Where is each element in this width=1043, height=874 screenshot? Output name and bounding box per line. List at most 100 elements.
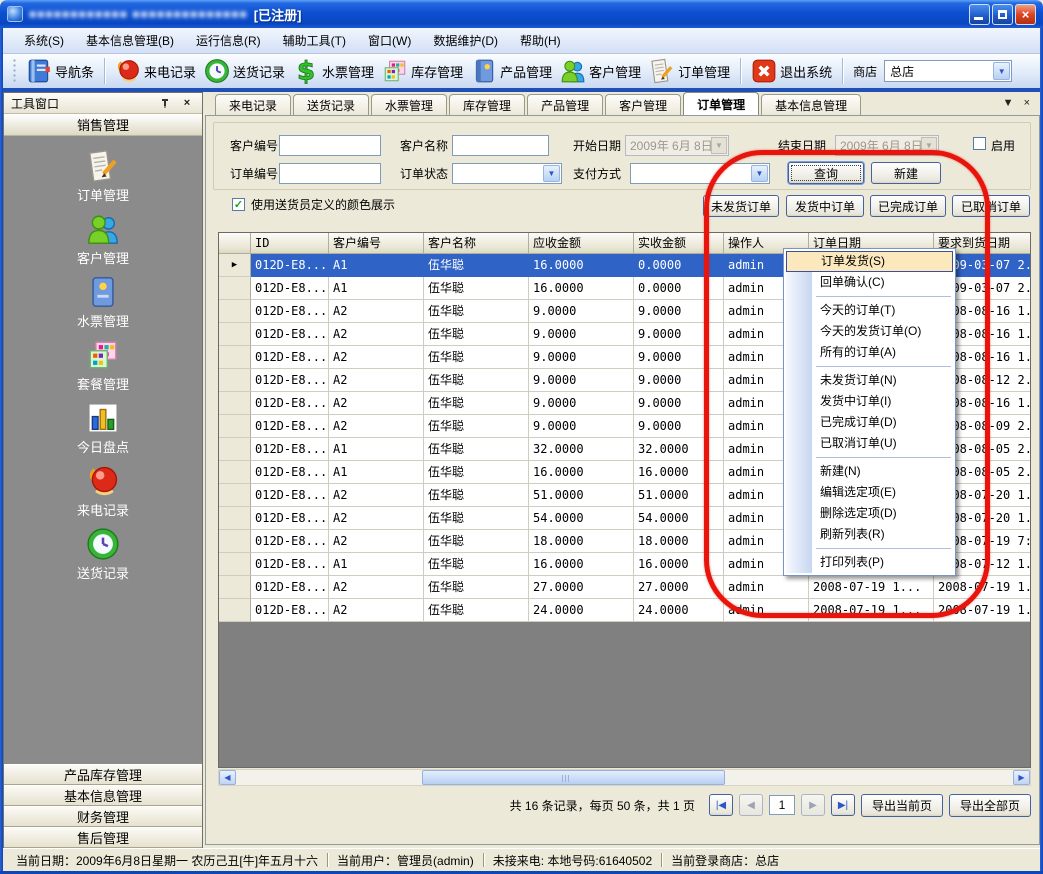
grid-column-header-应收金额[interactable]: 应收金额: [529, 233, 634, 254]
status-button-completed[interactable]: 已完成订单: [870, 195, 946, 217]
context-menu-item-已完成订单(D)[interactable]: 已完成订单(D): [786, 412, 953, 433]
page-number-input[interactable]: [769, 795, 795, 815]
chevron-down-icon[interactable]: ▼: [993, 62, 1010, 80]
scroll-right-icon[interactable]: ▶: [1013, 770, 1030, 785]
maximize-button[interactable]: [992, 4, 1013, 25]
menu-item-3[interactable]: 运行信息(R): [185, 28, 272, 53]
status-button-shipping[interactable]: 发货中订单: [786, 195, 864, 217]
row-selector-cell[interactable]: [219, 300, 251, 323]
customer-name-input[interactable]: [452, 135, 549, 156]
tab-订单管理[interactable]: 订单管理: [683, 92, 759, 115]
context-menu-item-发货中订单(I)[interactable]: 发货中订单(I): [786, 391, 953, 412]
sidebar-section-售后管理[interactable]: 售后管理: [4, 827, 202, 848]
toolbar-button-来电记录[interactable]: 来电记录: [111, 56, 200, 86]
row-selector-cell[interactable]: [219, 484, 251, 507]
menu-item-6[interactable]: 数据维护(D): [422, 28, 509, 53]
sidebar-section-sales[interactable]: 销售管理: [4, 114, 202, 136]
table-row-15[interactable]: 012D-E8...A2伍华聪27.000027.0000admin2008-0…: [219, 576, 1030, 599]
first-page-button[interactable]: |◀: [709, 794, 733, 816]
sidebar-item-套餐管理[interactable]: 套餐管理: [4, 338, 202, 401]
row-selector-cell[interactable]: [219, 415, 251, 438]
context-menu-item-今天的订单(T)[interactable]: 今天的订单(T): [786, 300, 953, 321]
context-menu-item-所有的订单(A)[interactable]: 所有的订单(A): [786, 342, 953, 363]
sidebar-section-产品库存管理[interactable]: 产品库存管理: [4, 764, 202, 785]
menu-item-5[interactable]: 窗口(W): [357, 28, 422, 53]
row-selector-cell[interactable]: [219, 599, 251, 622]
chevron-down-icon[interactable]: ▼: [751, 165, 768, 182]
sidebar-close-icon[interactable]: ×: [179, 96, 195, 111]
order-status-select[interactable]: ▼: [452, 163, 562, 184]
toolbar-button-客户管理[interactable]: 客户管理: [556, 56, 645, 86]
sidebar-item-水票管理[interactable]: 水票管理: [4, 275, 202, 338]
row-selector-cell[interactable]: [219, 461, 251, 484]
sidebar-item-送货记录[interactable]: 送货记录: [4, 527, 202, 590]
context-menu-item-今天的发货订单(O)[interactable]: 今天的发货订单(O): [786, 321, 953, 342]
context-menu-item-删除选定项(D)[interactable]: 删除选定项(D): [786, 503, 953, 524]
order-no-input[interactable]: [279, 163, 381, 184]
start-date-picker[interactable]: 2009年 6月 8日 ▼: [625, 135, 729, 156]
toolbar-button-库存管理[interactable]: 库存管理: [378, 56, 467, 86]
customer-no-input[interactable]: [279, 135, 381, 156]
toolbar-button-订单管理[interactable]: 订单管理: [645, 56, 734, 86]
minimize-button[interactable]: [969, 4, 990, 25]
scrollbar-track[interactable]: [236, 770, 1013, 785]
query-button[interactable]: 查询: [788, 162, 864, 184]
row-selector-cell[interactable]: [219, 369, 251, 392]
scrollbar-thumb[interactable]: [422, 770, 725, 785]
sidebar-item-订单管理[interactable]: 订单管理: [4, 149, 202, 212]
last-page-button[interactable]: ▶|: [831, 794, 855, 816]
export-all-pages-button[interactable]: 导出全部页: [949, 794, 1031, 817]
row-selector-cell[interactable]: [219, 576, 251, 599]
sidebar-section-基本信息管理[interactable]: 基本信息管理: [4, 785, 202, 806]
context-menu-item-刷新列表(R)[interactable]: 刷新列表(R): [786, 524, 953, 545]
row-selector-cell[interactable]: [219, 553, 251, 576]
color-display-checkbox[interactable]: ✓: [232, 198, 245, 211]
context-menu-item-回单确认(C)[interactable]: 回单确认(C): [786, 272, 953, 293]
grid-column-header-实收金额[interactable]: 实收金额: [634, 233, 724, 254]
context-menu-item-已取消订单(U)[interactable]: 已取消订单(U): [786, 433, 953, 454]
toolbar-grip-handle[interactable]: [12, 58, 17, 84]
row-selector-cell[interactable]: [219, 346, 251, 369]
prev-page-button[interactable]: ◀: [739, 794, 763, 816]
grid-column-header-客户名称[interactable]: 客户名称: [424, 233, 529, 254]
toolbar-button-退出系统[interactable]: 退出系统: [747, 56, 836, 86]
horizontal-scrollbar[interactable]: ◀ ▶: [218, 769, 1031, 786]
context-menu-item-未发货订单(N)[interactable]: 未发货订单(N): [786, 370, 953, 391]
chevron-down-icon[interactable]: ▼: [543, 165, 560, 182]
status-button-unshipped[interactable]: 未发货订单: [703, 195, 779, 217]
grid-column-header-客户编号[interactable]: 客户编号: [329, 233, 424, 254]
toolbar-button-水票管理[interactable]: $水票管理: [289, 56, 378, 86]
row-selector-cell[interactable]: ▶: [219, 254, 251, 277]
end-date-picker[interactable]: 2009年 6月 8日 ▼: [835, 135, 939, 156]
next-page-button[interactable]: ▶: [801, 794, 825, 816]
row-selector-cell[interactable]: [219, 277, 251, 300]
toolbar-button-送货记录[interactable]: 送货记录: [200, 56, 289, 86]
menu-item-7[interactable]: 帮助(H): [509, 28, 572, 53]
row-selector-cell[interactable]: [219, 530, 251, 553]
new-button[interactable]: 新建: [871, 162, 941, 184]
toolbar-button-导航条[interactable]: 导航条: [22, 56, 98, 86]
menu-item-4[interactable]: 辅助工具(T): [272, 28, 357, 53]
context-menu-item-新建(N)[interactable]: 新建(N): [786, 461, 953, 482]
context-menu-item-编辑选定项(E)[interactable]: 编辑选定项(E): [786, 482, 953, 503]
toolbar-button-产品管理[interactable]: 产品管理: [467, 56, 556, 86]
row-selector-cell[interactable]: [219, 438, 251, 461]
table-row-16[interactable]: 012D-E8...A2伍华聪24.000024.0000admin2008-0…: [219, 599, 1030, 622]
row-selector-cell[interactable]: [219, 507, 251, 530]
scroll-left-icon[interactable]: ◀: [219, 770, 236, 785]
menu-item-2[interactable]: 基本信息管理(B): [75, 28, 185, 53]
sidebar-section-财务管理[interactable]: 财务管理: [4, 806, 202, 827]
sidebar-item-今日盘点[interactable]: 今日盘点: [4, 401, 202, 464]
row-selector-cell[interactable]: [219, 392, 251, 415]
grid-column-header-ID[interactable]: ID: [251, 233, 329, 254]
status-button-cancelled[interactable]: 已取消订单: [952, 195, 1030, 217]
menu-item-1[interactable]: 系统(S): [13, 28, 75, 53]
sidebar-item-客户管理[interactable]: 客户管理: [4, 212, 202, 275]
sidebar-item-来电记录[interactable]: 来电记录: [4, 464, 202, 527]
close-button[interactable]: ×: [1015, 4, 1036, 25]
context-menu-item-打印列表(P)[interactable]: 打印列表(P): [786, 552, 953, 573]
pin-icon[interactable]: [157, 96, 173, 111]
export-current-page-button[interactable]: 导出当前页: [861, 794, 943, 817]
enable-checkbox[interactable]: [973, 137, 986, 150]
pay-method-select[interactable]: ▼: [630, 163, 770, 184]
